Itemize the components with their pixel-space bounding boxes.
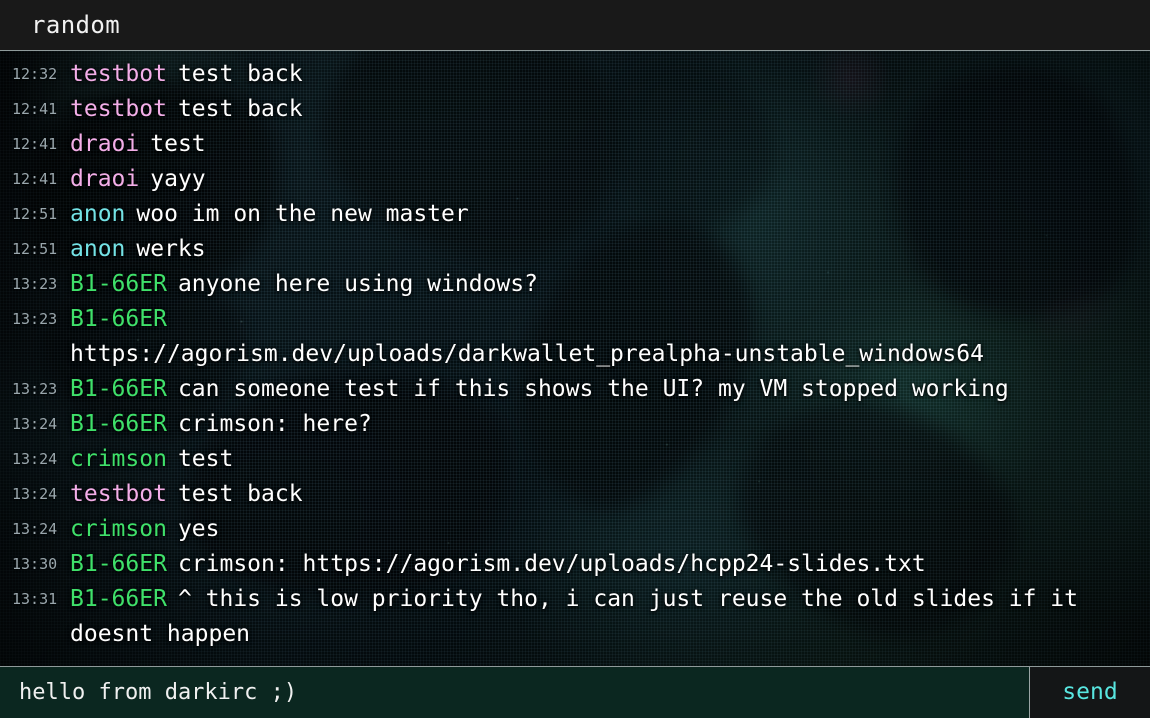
darkirc-window: random 12:32 testbot test back 12:41 testbot… <box>0 0 1150 718</box>
message-nickname[interactable]: crimson <box>70 446 167 472</box>
message-nickname[interactable]: draoi <box>70 131 139 157</box>
message-timestamp: 13:23 <box>12 275 58 293</box>
message-text: can someone test if this shows the UI? m… <box>177 376 1009 402</box>
message-nickname[interactable]: testbot <box>70 96 167 122</box>
message-body: testbot test back <box>68 477 1142 512</box>
message-timestamp: 13:30 <box>12 555 58 573</box>
message-text: crimson: https://agorism.dev/uploads/hcp… <box>177 551 926 577</box>
message-row: 12:51 anon werks <box>0 232 1150 267</box>
message-nickname[interactable]: B1-66ER <box>70 271 167 297</box>
message-body: B1-66ER anyone here using windows? <box>68 267 1142 302</box>
message-nickname[interactable]: B1-66ER <box>70 306 167 332</box>
message-row: 13:23 B1-66ER can someone test if this sho… <box>0 372 1150 407</box>
message-nickname[interactable]: B1-66ER <box>70 411 167 437</box>
message-timestamp: 13:24 <box>12 520 58 538</box>
message-text: test back <box>177 61 303 87</box>
message-text: test back <box>177 481 303 507</box>
composer-bar: send <box>0 666 1150 718</box>
message-body: anon werks <box>68 232 1142 267</box>
message-timestamp: 13:24 <box>12 415 58 433</box>
message-body: B1-66ER can someone test if this shows th… <box>68 372 1142 407</box>
message-timestamp: 13:23 <box>12 380 58 398</box>
message-row: 12:41 testbot test back <box>0 92 1150 127</box>
send-button[interactable]: send <box>1030 667 1150 718</box>
message-timestamp: 13:24 <box>12 485 58 503</box>
message-body: anon woo im on the new master <box>68 197 1142 232</box>
message-body: B1-66ER crimson: https://agorism.dev/uplo… <box>68 547 1142 582</box>
message-timestamp: 12:51 <box>12 205 58 223</box>
message-row: 13:24 B1-66ER crimson: here? <box>0 407 1150 442</box>
message-nickname[interactable]: anon <box>70 201 125 227</box>
message-row: 13:31 B1-66ER ^ this is low priority tho, … <box>0 582 1150 652</box>
message-nickname[interactable]: crimson <box>70 516 167 542</box>
message-body: testbot test back <box>68 92 1142 127</box>
message-nickname[interactable]: B1-66ER <box>70 551 167 577</box>
channel-header: random <box>0 0 1150 51</box>
message-body: B1-66ER crimson: here? <box>68 407 1142 442</box>
message-row: 13:23 B1-66ER anyone here using windows? <box>0 267 1150 302</box>
message-nickname[interactable]: B1-66ER <box>70 586 167 612</box>
message-timestamp: 12:51 <box>12 240 58 258</box>
message-row: 13:24 crimson yes <box>0 512 1150 547</box>
message-row: 12:41 draoi test <box>0 127 1150 162</box>
message-nickname[interactable]: anon <box>70 236 125 262</box>
message-timestamp: 12:32 <box>12 65 58 83</box>
page-title: random <box>31 11 121 39</box>
message-text: test <box>177 446 234 472</box>
message-text: woo im on the new master <box>136 201 469 227</box>
message-body: crimson yes <box>68 512 1142 547</box>
message-row: 12:41 draoi yayy <box>0 162 1150 197</box>
message-body: draoi yayy <box>68 162 1142 197</box>
message-row: 13:23 B1-66ER https://agorism.dev/uploads… <box>0 302 1150 372</box>
message-timestamp: 13:31 <box>12 590 58 608</box>
message-row: 12:32 testbot test back <box>0 57 1150 92</box>
message-text: test <box>150 131 206 157</box>
message-text: test back <box>177 96 303 122</box>
message-input[interactable] <box>0 667 1030 718</box>
message-timestamp: 12:41 <box>12 170 58 188</box>
message-row: 12:51 anon woo im on the new master <box>0 197 1150 232</box>
message-timestamp: 13:24 <box>12 450 58 468</box>
message-list[interactable]: 12:32 testbot test back 12:41 testbot test ba… <box>0 51 1150 666</box>
message-text: werks <box>136 236 206 262</box>
message-row: 13:24 crimson test <box>0 442 1150 477</box>
message-text: yes <box>177 516 220 542</box>
message-nickname[interactable]: testbot <box>70 61 167 87</box>
message-timestamp: 13:23 <box>12 310 58 328</box>
message-body: crimson test <box>68 442 1142 477</box>
message-row: 13:30 B1-66ER crimson: https://agorism.dev… <box>0 547 1150 582</box>
message-body: testbot test back <box>68 57 1142 92</box>
message-nickname[interactable]: B1-66ER <box>70 376 167 402</box>
message-timestamp: 12:41 <box>12 135 58 153</box>
message-body: draoi test <box>68 127 1142 162</box>
message-text: anyone here using windows? <box>177 271 538 297</box>
message-row: 13:24 testbot test back <box>0 477 1150 512</box>
message-text: yayy <box>150 166 206 192</box>
message-timestamp: 12:41 <box>12 100 58 118</box>
message-nickname[interactable]: draoi <box>70 166 139 192</box>
message-text: ^ this is low priority tho, i can just r… <box>70 586 1092 647</box>
message-text: crimson: here? <box>177 411 372 437</box>
message-nickname[interactable]: testbot <box>70 481 167 507</box>
message-body: B1-66ER ^ this is low priority tho, i can… <box>68 582 1142 652</box>
message-text: https://agorism.dev/uploads/darkwallet_p… <box>70 341 984 367</box>
message-body: B1-66ER https://agorism.dev/uploads/dark… <box>68 302 1142 372</box>
